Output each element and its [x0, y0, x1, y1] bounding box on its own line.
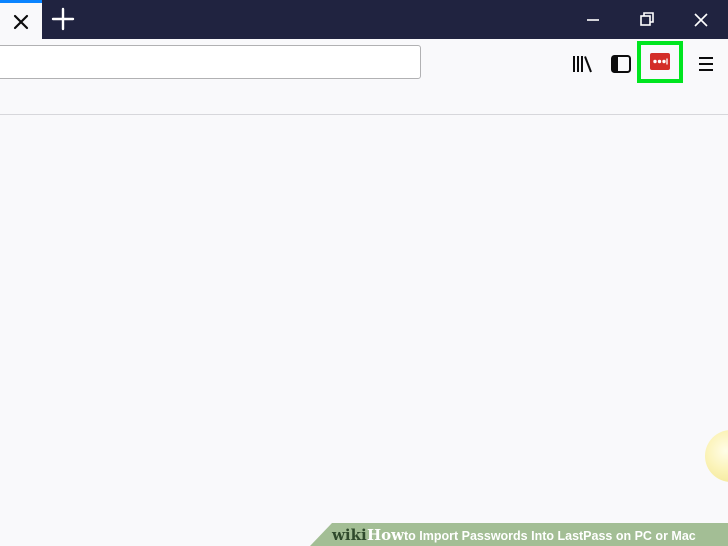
navigation-toolbar: [0, 39, 728, 115]
watermark-wiki: wiki: [332, 526, 367, 544]
minimize-icon[interactable]: [578, 6, 608, 34]
library-icon[interactable]: [571, 53, 595, 75]
active-tab[interactable]: [0, 0, 42, 39]
url-bar[interactable]: [0, 45, 421, 79]
lastpass-icon[interactable]: [650, 53, 670, 70]
lastpass-highlight: [637, 41, 683, 83]
close-icon[interactable]: [686, 6, 716, 34]
watermark-title: to Import Passwords Into LastPass on PC …: [404, 529, 696, 543]
plus-icon[interactable]: [50, 6, 76, 32]
restore-icon[interactable]: [632, 6, 662, 34]
title-bar: [0, 0, 728, 39]
sidebar-icon[interactable]: [609, 53, 633, 75]
close-icon[interactable]: [11, 12, 31, 32]
watermark-how: How: [367, 526, 405, 544]
hamburger-menu-icon[interactable]: [695, 53, 719, 75]
page-content: [0, 115, 728, 546]
